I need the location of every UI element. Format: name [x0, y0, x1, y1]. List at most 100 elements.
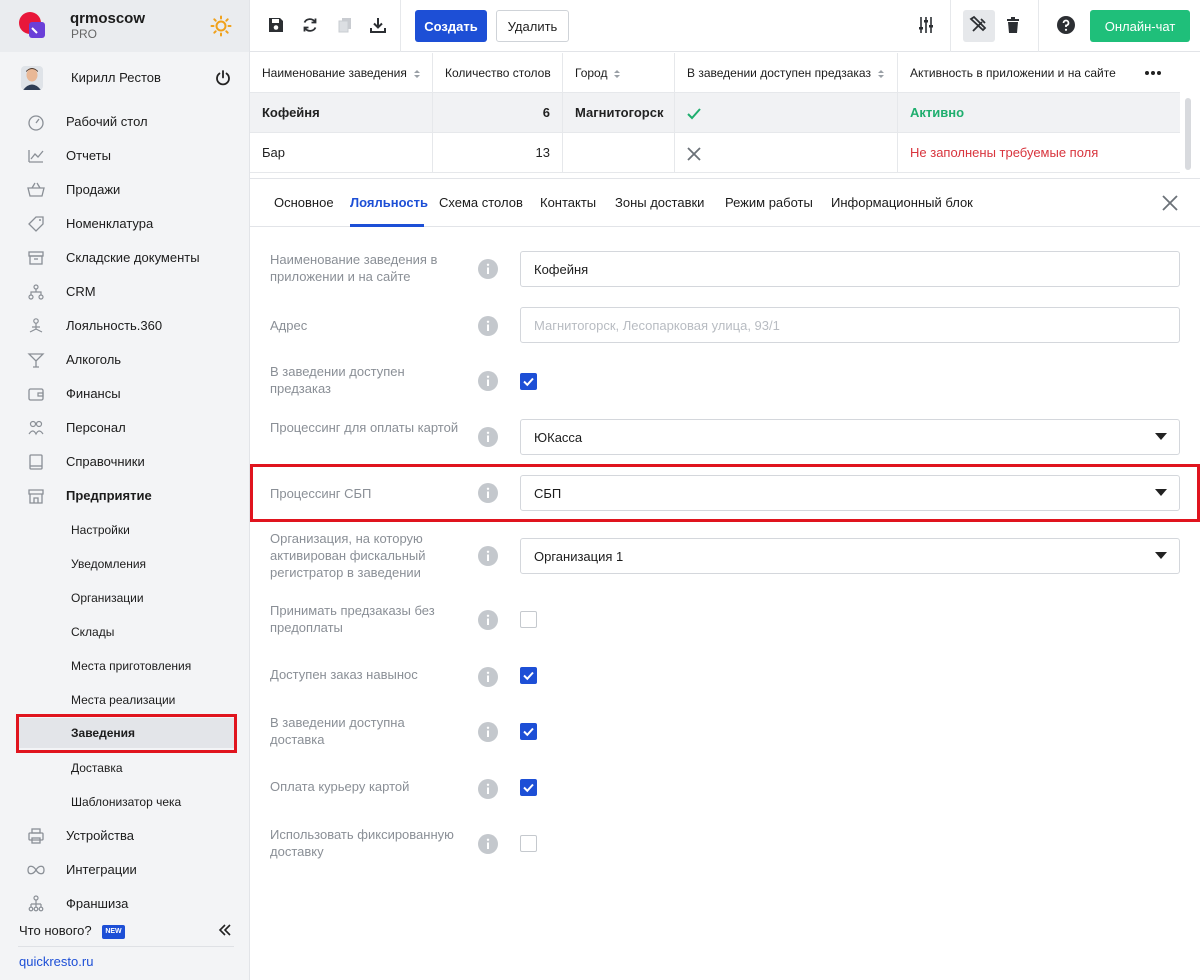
- sidebar-item-warehouse-docs[interactable]: Складские документы: [0, 243, 249, 273]
- info-icon[interactable]: [478, 667, 498, 687]
- sbp-processing-select[interactable]: СБП: [520, 475, 1180, 511]
- card-processing-select[interactable]: ЮКасса: [520, 419, 1180, 455]
- takeaway-checkbox[interactable]: [520, 667, 537, 684]
- create-button[interactable]: Создать: [415, 10, 487, 42]
- sidebar-item-enterprise[interactable]: Предприятие: [0, 481, 249, 511]
- sidebar: qrmoscow PRO Кирилл Рестов Рабочий стол …: [0, 0, 250, 980]
- tag-icon: [28, 216, 44, 232]
- info-icon[interactable]: [478, 610, 498, 630]
- tab-table-scheme[interactable]: Схема столов: [439, 195, 523, 210]
- field-label: Принимать предзаказы без предоплаты: [270, 603, 435, 635]
- info-icon[interactable]: [478, 427, 498, 447]
- download-icon[interactable]: [368, 15, 388, 35]
- table-row[interactable]: Кофейня 6 Магнитогорск Активно: [250, 93, 1180, 133]
- sidebar-item-sales[interactable]: Продажи: [0, 175, 249, 205]
- refresh-icon[interactable]: [300, 15, 320, 35]
- online-chat-button[interactable]: Онлайн-чат: [1090, 10, 1190, 42]
- site-link[interactable]: quickresto.ru: [19, 954, 93, 969]
- avatar: [21, 66, 43, 90]
- sidebar-subitem-receipt-templates[interactable]: Шаблонизатор чека: [0, 787, 249, 817]
- tab-working-hours[interactable]: Режим работы: [725, 195, 813, 210]
- info-icon[interactable]: [478, 316, 498, 336]
- logo-icon: [19, 12, 45, 38]
- preorder-checkbox[interactable]: [520, 373, 537, 390]
- delivery-checkbox[interactable]: [520, 723, 537, 740]
- sidebar-subitem-kitchens[interactable]: Места приготовления: [0, 651, 249, 681]
- column-header-activity[interactable]: Активность в приложении и на сайте: [898, 53, 1180, 93]
- field-label: Процессинг для оплаты картой: [270, 420, 459, 435]
- info-icon[interactable]: [478, 483, 498, 503]
- dashboard-icon: [28, 115, 44, 131]
- tab-contacts[interactable]: Контакты: [540, 195, 596, 210]
- active-tab-indicator: [350, 224, 424, 227]
- sidebar-item-integrations[interactable]: Интеграции: [0, 855, 249, 885]
- info-icon[interactable]: [478, 779, 498, 799]
- sidebar-item-staff[interactable]: Персонал: [0, 413, 249, 443]
- sidebar-item-dashboard[interactable]: Рабочий стол: [0, 107, 249, 137]
- tab-delivery-zones[interactable]: Зоны доставки: [615, 195, 704, 210]
- sidebar-subitem-warehouses[interactable]: Склады: [0, 617, 249, 647]
- no-prepay-checkbox[interactable]: [520, 611, 537, 628]
- column-header-name[interactable]: Наименование заведения: [250, 53, 433, 93]
- sidebar-item-label: Складские документы: [66, 250, 200, 265]
- columns-settings-icon[interactable]: [916, 15, 936, 35]
- sidebar-subitem-notifications[interactable]: Уведомления: [0, 549, 249, 579]
- venue-name-input[interactable]: [520, 251, 1180, 287]
- delete-button[interactable]: Удалить: [496, 10, 569, 42]
- brand-header[interactable]: qrmoscow PRO: [0, 0, 249, 52]
- close-icon[interactable]: [1161, 194, 1179, 212]
- sidebar-item-label: Продажи: [66, 182, 121, 197]
- sidebar-item-label: Устройства: [66, 828, 135, 843]
- table-scrollbar[interactable]: [1185, 98, 1191, 170]
- table-row[interactable]: Бар 13 Не заполнены требуемые поля: [250, 133, 1180, 173]
- info-icon[interactable]: [478, 722, 498, 742]
- sidebar-item-alcohol[interactable]: Алкоголь: [0, 345, 249, 375]
- field-label: Адрес: [270, 318, 308, 333]
- sidebar-subitem-delivery[interactable]: Доставка: [0, 753, 249, 783]
- trash-icon[interactable]: [1003, 15, 1023, 35]
- help-icon[interactable]: [1056, 15, 1076, 35]
- sidebar-item-label: CRM: [66, 284, 96, 299]
- sidebar-item-label: Справочники: [66, 454, 145, 469]
- field-label: В заведении доступен предзаказ: [270, 364, 405, 396]
- column-header-tables[interactable]: Количество столов: [433, 53, 563, 93]
- info-icon[interactable]: [478, 546, 498, 566]
- sidebar-item-crm[interactable]: CRM: [0, 277, 249, 307]
- tab-info-block[interactable]: Информационный блок: [831, 195, 973, 210]
- collapse-sidebar-icon[interactable]: [218, 923, 232, 937]
- sidebar-item-reference[interactable]: Справочники: [0, 447, 249, 477]
- sidebar-item-label: Интеграции: [66, 862, 137, 877]
- whats-new-link[interactable]: Что нового?: [19, 923, 92, 938]
- more-icon[interactable]: [1143, 66, 1163, 80]
- book-icon: [29, 454, 43, 470]
- column-header-city[interactable]: Город: [563, 53, 675, 93]
- tab-main[interactable]: Основное: [274, 195, 334, 210]
- sidebar-subitem-settings[interactable]: Настройки: [0, 515, 249, 545]
- info-icon[interactable]: [478, 371, 498, 391]
- sidebar-subitem-organizations[interactable]: Организации: [0, 583, 249, 613]
- info-icon[interactable]: [478, 259, 498, 279]
- sidebar-item-nomenclature[interactable]: Номенклатура: [0, 209, 249, 239]
- copy-icon[interactable]: [335, 15, 355, 35]
- sun-icon[interactable]: [210, 15, 232, 37]
- tab-loyalty[interactable]: Лояльность: [350, 195, 428, 210]
- sidebar-item-loyalty[interactable]: Лояльность.360: [0, 311, 249, 341]
- courier-card-checkbox[interactable]: [520, 779, 537, 796]
- power-icon[interactable]: [214, 69, 232, 87]
- tools-icon[interactable]: [969, 15, 989, 35]
- address-input[interactable]: [520, 307, 1180, 343]
- info-icon[interactable]: [478, 834, 498, 854]
- sidebar-subitem-venues[interactable]: Заведения: [18, 718, 234, 748]
- sidebar-item-finance[interactable]: Финансы: [0, 379, 249, 409]
- chevron-down-icon: [1155, 489, 1167, 496]
- organization-select[interactable]: Организация 1: [520, 538, 1180, 574]
- sidebar-item-franchise[interactable]: Франшиза: [0, 889, 249, 919]
- fixed-delivery-checkbox[interactable]: [520, 835, 537, 852]
- sidebar-item-reports[interactable]: Отчеты: [0, 141, 249, 171]
- user-row[interactable]: Кирилл Рестов: [0, 60, 249, 96]
- save-icon[interactable]: [266, 15, 286, 35]
- column-header-preorder[interactable]: В заведении доступен предзаказ: [675, 53, 898, 93]
- sidebar-subitem-sale-points[interactable]: Места реализации: [0, 685, 249, 715]
- brand-name: qrmoscow: [70, 10, 146, 27]
- sidebar-item-devices[interactable]: Устройства: [0, 821, 249, 851]
